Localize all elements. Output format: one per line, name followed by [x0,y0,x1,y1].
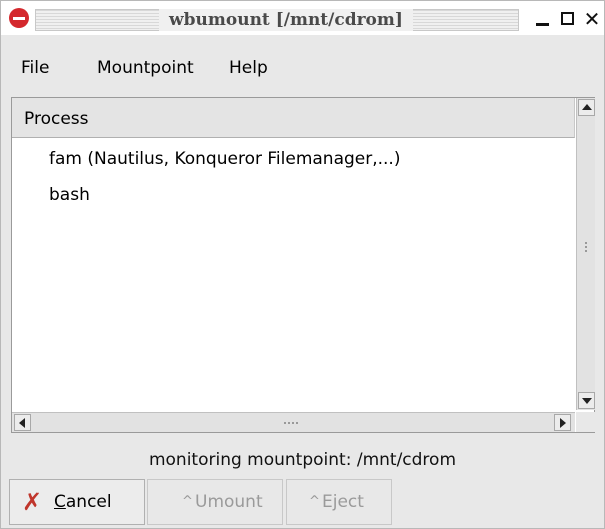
wbumount-window: wbumount [/mnt/cdrom] ✕ File Mountpoint … [0,0,605,529]
horizontal-scrollbar[interactable] [12,412,575,432]
scroll-grip-icon [284,422,298,424]
minimize-button[interactable] [532,7,554,31]
window-title: wbumount [/mnt/cdrom] [159,9,413,31]
cancel-button[interactable]: ✗ Cancel [9,479,145,525]
cancel-x-icon: ✗ [22,488,43,516]
vertical-scrollbar[interactable] [576,98,595,410]
menu-file[interactable]: File [21,57,49,79]
umount-label: Umount [195,492,263,512]
cancel-mnemonic: C [54,492,66,512]
umount-caret: ^ [182,494,193,509]
title-bar[interactable]: wbumount [/mnt/cdrom] ✕ [1,1,604,35]
menu-bar: File Mountpoint Help [1,47,604,87]
menu-help[interactable]: Help [229,57,268,79]
eject-label: Eject [322,492,364,512]
maximize-button[interactable] [557,7,579,31]
column-header-label: Process [24,109,89,129]
arrow-down-icon [582,398,592,404]
column-header-process[interactable]: Process [12,98,575,138]
app-menu-icon[interactable] [9,8,29,28]
list-item[interactable]: fam (Nautilus, Konqueror Filemanager,...… [49,148,400,170]
status-text: monitoring mountpoint: /mnt/cdrom [148,450,457,470]
cancel-label: Cancel [54,480,112,524]
process-list[interactable]: Process fam (Nautilus, Konqueror Fileman… [11,97,595,433]
umount-button[interactable]: ^ Umount [147,479,283,525]
list-item[interactable]: bash [49,184,90,206]
scroll-right-button[interactable] [554,414,571,431]
arrow-left-icon [19,418,25,428]
eject-caret: ^ [309,494,320,509]
close-icon: ✕ [583,7,601,31]
maximize-icon [561,12,574,25]
scrollbar-corner [576,412,595,432]
arrow-up-icon [582,104,592,110]
minimize-icon [536,23,549,26]
scroll-up-button[interactable] [578,99,595,116]
scroll-grip-icon [585,242,587,254]
scroll-left-button[interactable] [14,414,31,431]
menu-mountpoint[interactable]: Mountpoint [97,57,194,79]
eject-button[interactable]: ^ Eject [286,479,392,525]
arrow-right-icon [560,418,566,428]
cancel-label-rest: ancel [65,492,112,512]
close-button[interactable]: ✕ [581,7,603,31]
scroll-down-button[interactable] [578,392,595,409]
